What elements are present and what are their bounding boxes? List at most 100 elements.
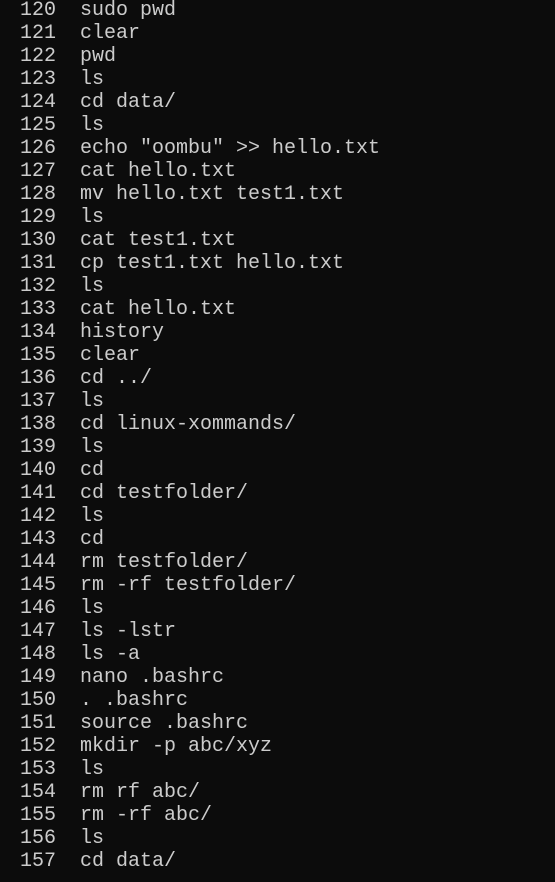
history-command: mv hello.txt test1.txt <box>80 183 345 206</box>
history-number: 128 <box>20 183 57 206</box>
history-number: 150 <box>20 689 57 712</box>
history-command: history <box>80 321 165 344</box>
history-command: cat hello.txt <box>80 298 237 321</box>
history-number: 139 <box>20 436 57 459</box>
history-line: 143 cd <box>0 528 555 551</box>
history-number: 123 <box>20 68 57 91</box>
history-number: 131 <box>20 252 57 275</box>
history-line: 121 clear <box>0 22 555 45</box>
history-line: 150 . .bashrc <box>0 689 555 712</box>
history-line: 155 rm -rf abc/ <box>0 804 555 827</box>
history-command: ls <box>80 68 105 91</box>
history-number: 134 <box>20 321 57 344</box>
history-command: rm -rf testfolder/ <box>80 574 297 597</box>
history-command: ls <box>80 390 105 413</box>
history-number: 126 <box>20 137 57 160</box>
history-number: 151 <box>20 712 57 735</box>
history-number: 120 <box>20 0 57 22</box>
history-number: 155 <box>20 804 57 827</box>
history-command: ls <box>80 436 105 459</box>
history-number: 140 <box>20 459 57 482</box>
history-line: 157 cd data/ <box>0 850 555 873</box>
history-command: rm testfolder/ <box>80 551 249 574</box>
history-number: 156 <box>20 827 57 850</box>
history-line: 135 clear <box>0 344 555 367</box>
history-command: cd ../ <box>80 367 153 390</box>
history-line: 142 ls <box>0 505 555 528</box>
history-command: clear <box>80 22 141 45</box>
history-command: pwd <box>80 45 117 68</box>
history-line: 123 ls <box>0 68 555 91</box>
history-line: 151 source .bashrc <box>0 712 555 735</box>
history-command: cd data/ <box>80 850 177 873</box>
history-command: cd <box>80 459 105 482</box>
history-command: sudo pwd <box>80 0 177 22</box>
history-command: mkdir -p abc/xyz <box>80 735 273 758</box>
history-line: 136 cd ../ <box>0 367 555 390</box>
history-line: 154 rm rf abc/ <box>0 781 555 804</box>
history-number: 136 <box>20 367 57 390</box>
history-number: 142 <box>20 505 57 528</box>
history-command: source .bashrc <box>80 712 249 735</box>
history-line: 156 ls <box>0 827 555 850</box>
history-command: cd data/ <box>80 91 177 114</box>
history-command: rm rf abc/ <box>80 781 201 804</box>
history-number: 122 <box>20 45 57 68</box>
history-command: . .bashrc <box>80 689 189 712</box>
history-line: 152 mkdir -p abc/xyz <box>0 735 555 758</box>
history-number: 121 <box>20 22 57 45</box>
history-command: ls -lstr <box>80 620 177 643</box>
history-number: 146 <box>20 597 57 620</box>
history-line: 132 ls <box>0 275 555 298</box>
history-number: 145 <box>20 574 57 597</box>
history-line: 130 cat test1.txt <box>0 229 555 252</box>
history-line: 138 cd linux-xommands/ <box>0 413 555 436</box>
history-number: 154 <box>20 781 57 804</box>
history-line: 134 history <box>0 321 555 344</box>
history-number: 141 <box>20 482 57 505</box>
history-command: ls <box>80 597 105 620</box>
history-command: cp test1.txt hello.txt <box>80 252 345 275</box>
history-line: 141 cd testfolder/ <box>0 482 555 505</box>
history-command: ls <box>80 275 105 298</box>
history-command: echo "oombu" >> hello.txt <box>80 137 381 160</box>
history-line: 127 cat hello.txt <box>0 160 555 183</box>
history-number: 137 <box>20 390 57 413</box>
history-line: 133 cat hello.txt <box>0 298 555 321</box>
history-command: cat hello.txt <box>80 160 237 183</box>
history-line: 122 pwd <box>0 45 555 68</box>
history-command: ls <box>80 505 105 528</box>
history-command: ls <box>80 758 105 781</box>
history-number: 153 <box>20 758 57 781</box>
history-number: 138 <box>20 413 57 436</box>
history-line: 153 ls <box>0 758 555 781</box>
history-number: 148 <box>20 643 57 666</box>
history-command: cd linux-xommands/ <box>80 413 297 436</box>
history-command: cat test1.txt <box>80 229 237 252</box>
history-line: 126 echo "oombu" >> hello.txt <box>0 137 555 160</box>
history-number: 130 <box>20 229 57 252</box>
history-number: 157 <box>20 850 57 873</box>
history-line: 128 mv hello.txt test1.txt <box>0 183 555 206</box>
history-line: 131 cp test1.txt hello.txt <box>0 252 555 275</box>
history-command: ls <box>80 114 105 137</box>
history-line: 145 rm -rf testfolder/ <box>0 574 555 597</box>
history-line: 144 rm testfolder/ <box>0 551 555 574</box>
history-line: 137 ls <box>0 390 555 413</box>
history-command: ls <box>80 206 105 229</box>
history-line: 140 cd <box>0 459 555 482</box>
history-number: 147 <box>20 620 57 643</box>
terminal-output[interactable]: 120 sudo pwd 121 clear 122 pwd 123 ls 124 cd data… <box>0 0 555 873</box>
history-line: 120 sudo pwd <box>0 0 555 22</box>
history-line: 146 ls <box>0 597 555 620</box>
history-command: clear <box>80 344 141 367</box>
history-command: cd <box>80 528 105 551</box>
history-command: rm -rf abc/ <box>80 804 213 827</box>
history-command: nano .bashrc <box>80 666 225 689</box>
history-line: 124 cd data/ <box>0 91 555 114</box>
history-number: 129 <box>20 206 57 229</box>
history-line: 125 ls <box>0 114 555 137</box>
history-number: 132 <box>20 275 57 298</box>
history-number: 144 <box>20 551 57 574</box>
history-number: 149 <box>20 666 57 689</box>
